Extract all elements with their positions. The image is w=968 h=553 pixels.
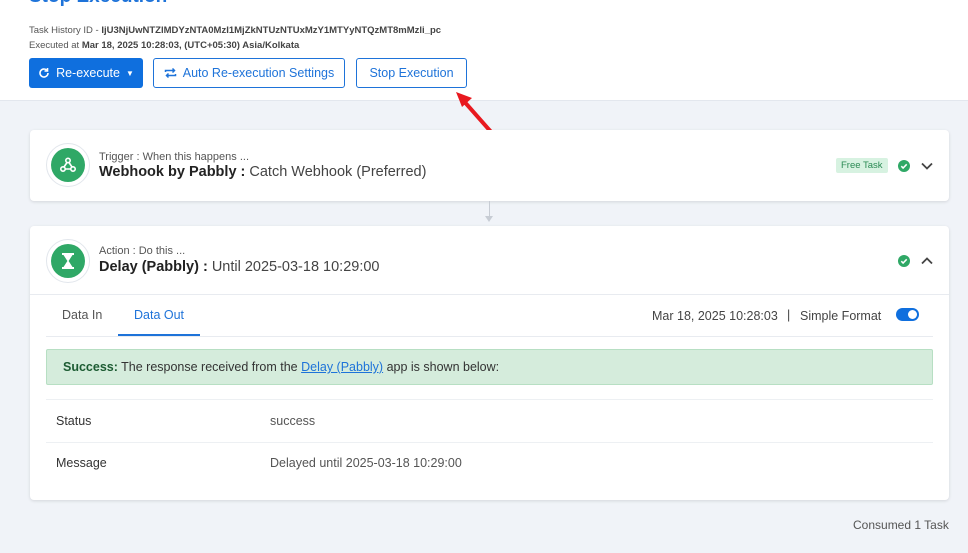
task-history-id: IjU3NjUwNTZlMDYzNTA0MzI1MjZkNTUzNTUxMzY1… — [101, 25, 442, 36]
execution-timestamp: Mar 18, 2025 10:28:03 — [652, 309, 778, 323]
action-step-card: Action : Do this ... Delay (Pabbly) : Un… — [30, 226, 949, 500]
re-execute-button[interactable]: Re-execute ▼ — [29, 58, 143, 88]
caret-down-icon: ▼ — [126, 68, 134, 78]
trigger-app-name: Webhook by Pabbly : — [99, 164, 246, 180]
execution-header: Stop Execution Task History ID - IjU3NjU… — [0, 0, 968, 101]
delay-app-avatar — [46, 239, 90, 283]
tabs-divider — [46, 336, 933, 337]
task-history-label: Task History ID - — [29, 25, 102, 36]
card-divider — [30, 294, 949, 295]
stop-execution-label: Stop Execution — [369, 66, 454, 80]
success-alert: Success: The response received from the … — [46, 349, 933, 385]
consumed-tasks-label: Consumed 1 Task — [853, 518, 949, 532]
alert-text-pre: The response received from the — [117, 360, 302, 374]
simple-format-toggle[interactable] — [896, 308, 919, 321]
row-divider — [46, 399, 933, 400]
webhook-icon — [59, 157, 77, 173]
alert-strong: Success: — [63, 360, 118, 374]
trigger-title: Webhook by Pabbly : Catch Webhook (Prefe… — [99, 164, 426, 180]
webhook-app-avatar — [46, 143, 90, 187]
page-title: Stop Execution — [29, 0, 167, 8]
message-value: Delayed until 2025-03-18 10:29:00 — [270, 456, 462, 470]
hourglass-icon — [62, 253, 74, 269]
check-circle-icon — [898, 160, 910, 172]
separator: | — [787, 308, 791, 322]
action-event-name: Until 2025-03-18 10:29:00 — [211, 259, 380, 275]
message-label: Message — [56, 456, 107, 470]
action-title: Delay (Pabbly) : Until 2025-03-18 10:29:… — [99, 259, 380, 275]
action-subtitle: Action : Do this ... — [99, 245, 186, 257]
stop-execution-button[interactable]: Stop Execution — [356, 58, 467, 88]
tab-data-in[interactable]: Data In — [62, 308, 102, 322]
simple-format-label: Simple Format — [800, 309, 882, 323]
repeat-icon — [164, 67, 176, 79]
refresh-icon — [39, 68, 49, 78]
delay-app-link[interactable]: Delay (Pabbly) — [301, 360, 383, 374]
toggle-knob — [908, 310, 917, 319]
re-execute-label: Re-execute — [56, 66, 120, 80]
chevron-down-icon[interactable] — [920, 159, 934, 173]
chevron-up-icon[interactable] — [920, 254, 934, 268]
executed-at-meta: Executed at Mar 18, 2025 10:28:03, (UTC+… — [29, 40, 299, 51]
alert-text-post: app is shown below: — [383, 360, 500, 374]
action-app-name: Delay (Pabbly) : — [99, 259, 208, 275]
executed-at-label: Executed at — [29, 40, 82, 51]
row-divider — [46, 442, 933, 443]
free-task-badge: Free Task — [836, 158, 888, 173]
auto-re-execution-label: Auto Re-execution Settings — [182, 66, 335, 80]
task-history-meta: Task History ID - IjU3NjUwNTZlMDYzNTA0Mz… — [29, 25, 441, 36]
executed-at-value: Mar 18, 2025 10:28:03, (UTC+05:30) Asia/… — [81, 40, 300, 51]
status-label: Status — [56, 414, 92, 428]
tab-data-out[interactable]: Data Out — [134, 308, 184, 322]
trigger-subtitle: Trigger : When this happens ... — [99, 151, 249, 163]
trigger-event-name: Catch Webhook (Preferred) — [249, 164, 427, 180]
trigger-step-card[interactable]: Trigger : When this happens ... Webhook … — [30, 130, 949, 201]
auto-re-execution-settings-button[interactable]: Auto Re-execution Settings — [153, 58, 345, 88]
status-value: success — [270, 414, 316, 428]
check-circle-icon — [898, 255, 910, 267]
step-connector-arrow — [485, 216, 493, 222]
